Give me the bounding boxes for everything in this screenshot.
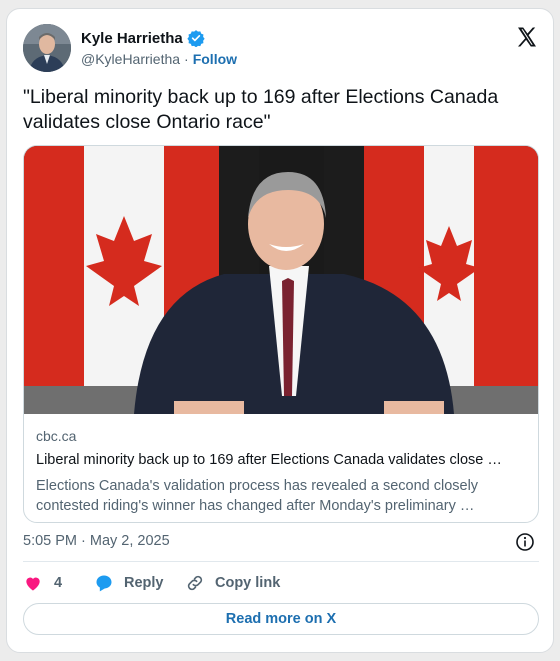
post-timestamp[interactable]: 5:05 PM · May 2, 2025	[23, 533, 170, 549]
post-header: Kyle Harrietha @KyleHarrietha · Follow	[23, 23, 539, 75]
author-handle-line: @KyleHarrietha · Follow	[81, 51, 237, 67]
x-logo-icon[interactable]	[515, 25, 539, 49]
post-text: "Liberal minority back up to 169 after E…	[23, 86, 499, 133]
reply-bubble-icon	[94, 573, 114, 593]
link-description: Elections Canada's validation process ha…	[36, 478, 479, 514]
link-preview-image	[24, 146, 538, 414]
like-count: 4	[54, 575, 63, 591]
link-domain: cbc.ca	[36, 428, 77, 444]
verified-badge-icon	[187, 29, 205, 48]
embedded-post-card: Kyle Harrietha @KyleHarrietha · Follow "…	[6, 8, 554, 653]
link-icon	[185, 573, 205, 593]
handle-separator: ·	[184, 51, 189, 67]
author-avatar[interactable]	[23, 24, 71, 72]
read-more-button[interactable]: Read more on X	[23, 603, 539, 635]
author-handle[interactable]: @KyleHarrietha	[81, 51, 180, 67]
heart-icon	[23, 573, 43, 593]
link-preview-card[interactable]: cbc.ca Liberal minority back up to 169 a…	[23, 145, 539, 523]
reply-label: Reply	[124, 575, 164, 591]
info-icon[interactable]	[515, 532, 535, 552]
divider	[23, 561, 539, 562]
link-title: Liberal minority back up to 169 after El…	[36, 452, 502, 468]
follow-button[interactable]: Follow	[193, 51, 237, 67]
reply-button[interactable]: Reply	[94, 573, 185, 593]
author-name-line: Kyle Harrietha	[81, 29, 205, 48]
like-button[interactable]: 4	[23, 573, 94, 593]
author-name[interactable]: Kyle Harrietha	[81, 30, 183, 47]
post-actions: 4 Reply Copy link	[23, 572, 280, 594]
link-preview-meta: cbc.ca Liberal minority back up to 169 a…	[36, 428, 528, 516]
copy-link-button[interactable]: Copy link	[185, 573, 280, 593]
copy-link-label: Copy link	[215, 575, 281, 591]
